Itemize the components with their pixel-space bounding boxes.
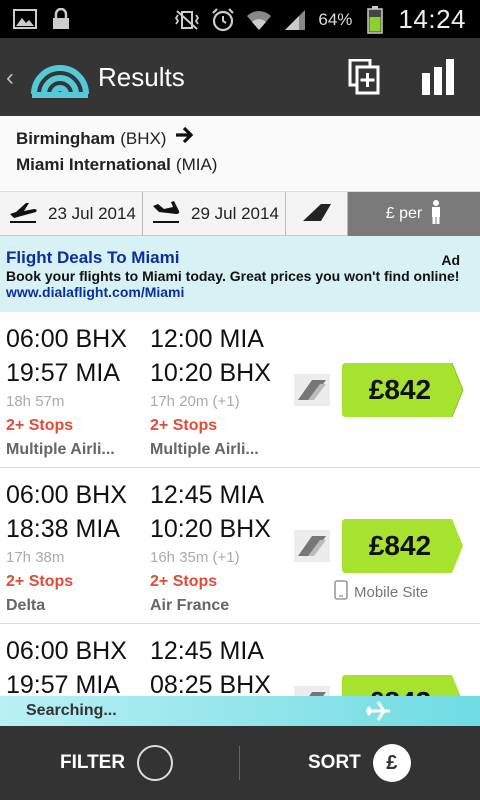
battery-percentage: 64% <box>318 9 353 29</box>
departure-time: 06:00 BHX <box>6 325 127 353</box>
destination-code: (MIA) <box>175 155 218 174</box>
sort-price-icon: £ <box>372 744 411 782</box>
outbound-date-button[interactable]: 23 Jul 2014 <box>0 192 143 236</box>
ad-tag: Ad <box>441 252 460 268</box>
results-list[interactable]: 06:00 BHX 19:57 MIA 18h 57m 2+ Stops Mul… <box>0 312 480 696</box>
return-leg: 12:45 MIA 10:20 BHX 16h 35m (+1) 2+ Stop… <box>150 478 290 618</box>
plane-progress-icon <box>364 698 392 729</box>
gallery-icon <box>12 6 38 32</box>
person-icon <box>430 199 442 229</box>
result-card[interactable]: 06:00 BHX 19:57 MIA 18h 57m 2+ Stops Mul… <box>0 312 480 468</box>
arrival-time: 10:20 BHX <box>150 515 271 543</box>
departure-time: 06:00 BHX <box>6 637 127 665</box>
ad-description: Book your flights to Miami today. Great … <box>6 268 460 284</box>
signal-icon <box>282 7 308 33</box>
price-button[interactable]: £842 <box>342 519 464 573</box>
plane-departure-icon <box>8 200 38 229</box>
price-chart-icon[interactable] <box>418 56 458 98</box>
outbound-leg: 06:00 BHX 18:38 MIA 17h 38m 2+ Stops Del… <box>6 478 146 618</box>
clock: 14:24 <box>398 4 466 34</box>
filter-button[interactable]: FILTER <box>60 726 174 800</box>
arrival-time: 10:20 BHX <box>150 359 271 387</box>
phone-icon <box>334 580 348 604</box>
stops: 2+ Stops <box>150 417 218 434</box>
multiple-airlines-icon <box>292 370 332 410</box>
departure-time: 12:45 MIA <box>150 481 264 509</box>
status-bar: 64% 14:24 <box>0 0 480 38</box>
divider <box>239 746 240 780</box>
vibrate-off-icon <box>174 7 200 33</box>
wifi-icon <box>246 7 272 33</box>
mobile-site-badge: Mobile Site <box>334 580 428 604</box>
outbound-leg: 06:00 BHX 19:57 MIA 18h 57m 2+ Stops Mul… <box>6 322 146 462</box>
duration: 17h 20m (+1) <box>150 393 240 410</box>
return-leg: 12:45 MIA 08:25 BHX <box>150 634 290 696</box>
duration: 17h 38m <box>6 549 65 566</box>
sort-button[interactable]: SORT £ <box>308 726 411 800</box>
return-date: 29 Jul 2014 <box>191 204 279 223</box>
origin-name: Birmingham <box>16 129 116 148</box>
bottom-bar: FILTER SORT £ <box>0 726 480 800</box>
return-leg: 12:00 MIA 10:20 BHX 17h 20m (+1) 2+ Stop… <box>150 322 290 462</box>
add-watch-icon[interactable] <box>344 56 384 98</box>
action-bar: ‹ Results <box>0 38 480 116</box>
sponsored-ad[interactable]: Flight Deals To Miami Book your flights … <box>0 236 480 312</box>
searching-label: Searching... <box>26 702 117 719</box>
stops: 2+ Stops <box>6 417 74 434</box>
alarm-icon <box>210 7 236 33</box>
arrival-time: 08:25 BHX <box>150 671 271 696</box>
duration: 18h 57m <box>6 393 65 410</box>
airline: Multiple Airli... <box>6 441 115 458</box>
cabin-class-icon <box>301 202 333 227</box>
price-per-person-button[interactable]: £ per <box>348 192 480 236</box>
stops: 2+ Stops <box>150 573 218 590</box>
page-title: Results <box>98 62 185 92</box>
price-button[interactable]: £842 <box>342 675 464 696</box>
filter-icon <box>137 745 174 781</box>
arrow-right-icon <box>174 126 194 152</box>
arrival-time: 19:57 MIA <box>6 671 120 696</box>
mobile-site-label: Mobile Site <box>354 583 429 601</box>
destination-name: Miami International <box>16 155 171 174</box>
departure-time: 12:00 MIA <box>150 325 264 353</box>
multiple-airlines-icon <box>292 682 332 696</box>
back-chevron-icon[interactable]: ‹ <box>6 64 14 92</box>
duration: 16h 35m (+1) <box>150 549 240 566</box>
origin-code: (BHX) <box>120 129 167 148</box>
cabin-class-button[interactable] <box>286 192 348 236</box>
battery-icon <box>362 5 388 34</box>
price: £842 <box>342 675 458 696</box>
multiple-airlines-icon <box>292 526 332 566</box>
airline: Air France <box>150 597 230 614</box>
date-bar: 23 Jul 2014 29 Jul 2014 £ per <box>0 192 480 236</box>
arrival-time: 18:38 MIA <box>6 515 120 543</box>
skyscanner-logo[interactable] <box>28 54 90 98</box>
ad-link[interactable]: www.dialaflight.com/Miami <box>6 284 474 300</box>
route-summary[interactable]: Birmingham (BHX) Miami International (MI… <box>0 116 480 192</box>
price-button[interactable]: £842 <box>342 363 464 417</box>
stops: 2+ Stops <box>6 573 74 590</box>
ad-title: Flight Deals To Miami <box>6 248 180 267</box>
airline: Delta <box>6 597 46 614</box>
outbound-date: 23 Jul 2014 <box>48 204 136 223</box>
outbound-leg: 06:00 BHX 19:57 MIA <box>6 634 146 696</box>
plane-arrival-icon <box>151 200 181 229</box>
departure-time: 06:00 BHX <box>6 481 127 509</box>
result-card[interactable]: 06:00 BHX 19:57 MIA 12:45 MIA 08:25 BHX … <box>0 624 480 696</box>
airline: Multiple Airli... <box>150 441 259 458</box>
departure-time: 12:45 MIA <box>150 637 264 665</box>
price: £842 <box>368 374 432 405</box>
price: £842 <box>368 530 432 561</box>
searching-progress-bar: Searching... <box>0 696 480 726</box>
return-date-button[interactable]: 29 Jul 2014 <box>143 192 286 236</box>
result-card[interactable]: 06:00 BHX 18:38 MIA 17h 38m 2+ Stops Del… <box>0 468 480 624</box>
arrival-time: 19:57 MIA <box>6 359 120 387</box>
price-mode-label: £ per <box>385 205 423 222</box>
sort-label: SORT <box>308 752 361 773</box>
filter-label: FILTER <box>60 752 126 773</box>
lock-icon <box>48 6 74 32</box>
